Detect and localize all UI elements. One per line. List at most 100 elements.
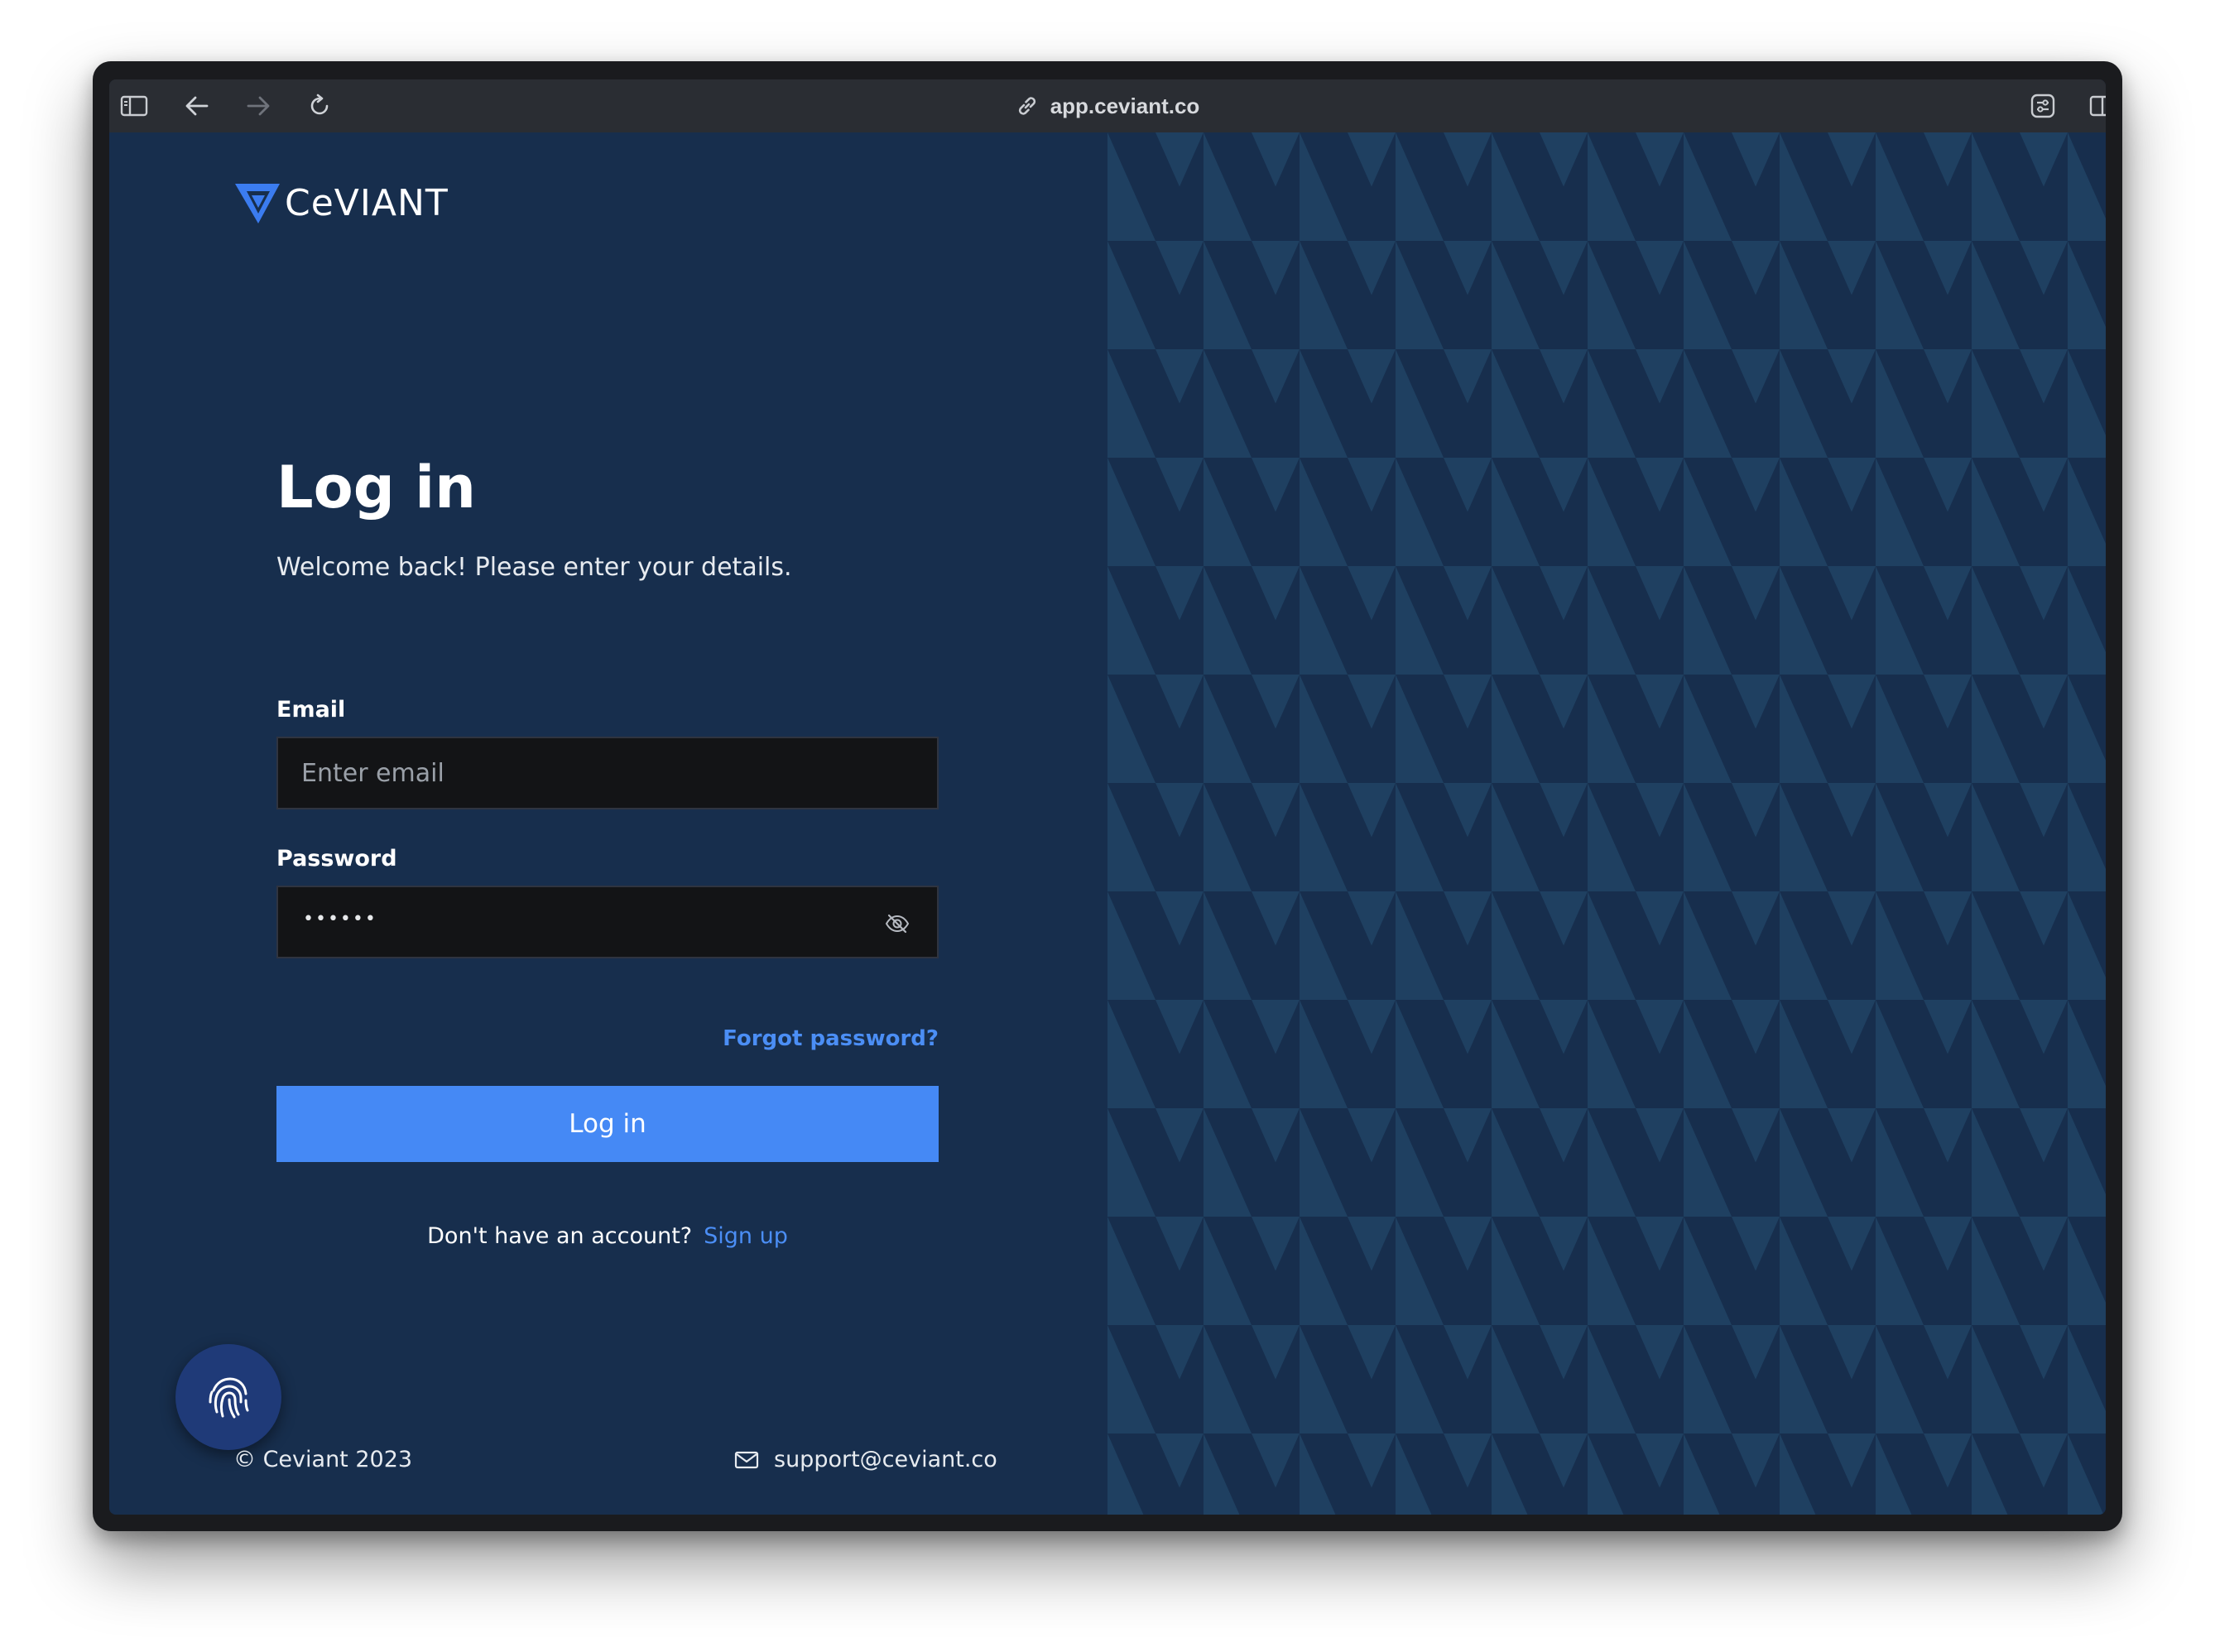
support-email[interactable]: support@ceviant.co xyxy=(734,1447,997,1472)
pattern-triangle xyxy=(1684,1217,1780,1325)
pattern-triangle xyxy=(1876,675,1972,783)
reload-icon[interactable] xyxy=(305,91,334,121)
page-title: Log in xyxy=(276,454,477,521)
pattern-triangle xyxy=(2068,1325,2106,1433)
pattern-triangle xyxy=(1492,132,1588,241)
extension-icon[interactable] xyxy=(2028,91,2058,121)
pattern-triangle xyxy=(1492,1000,1588,1108)
pattern-triangle xyxy=(1972,458,2068,566)
pattern-triangle xyxy=(1300,566,1396,675)
pattern-triangle xyxy=(1492,241,1588,349)
pattern-triangle xyxy=(1684,891,1780,1000)
pattern-triangle xyxy=(2068,783,2106,891)
pattern-triangle xyxy=(1588,675,1684,783)
eye-off-icon[interactable] xyxy=(884,910,911,937)
pattern-triangle xyxy=(1972,891,2068,1000)
split-view-icon[interactable] xyxy=(2088,91,2106,121)
pattern-triangle xyxy=(1684,241,1780,349)
pattern-triangle xyxy=(1108,349,1204,458)
pattern-triangle xyxy=(1780,1325,1876,1433)
browser-viewport: app.ceviant.co CeVIANT Log in Welcome ba… xyxy=(109,79,2106,1515)
pattern-triangle xyxy=(1108,458,1204,566)
pattern-triangle xyxy=(1780,783,1876,891)
forward-arrow-icon[interactable] xyxy=(243,91,273,121)
support-email-text: support@ceviant.co xyxy=(774,1447,997,1472)
pattern-triangle xyxy=(1204,1433,1300,1515)
address-bar[interactable]: app.ceviant.co xyxy=(109,79,2106,132)
pattern-triangle xyxy=(1588,458,1684,566)
pattern-triangle xyxy=(1876,1108,1972,1217)
pattern-triangle xyxy=(1300,241,1396,349)
back-arrow-icon[interactable] xyxy=(182,91,212,121)
pattern-triangle xyxy=(1108,675,1204,783)
pattern-triangle xyxy=(1492,675,1588,783)
pattern-triangle xyxy=(1876,1000,1972,1108)
pattern-triangle xyxy=(1588,566,1684,675)
copyright-text: © Ceviant 2023 xyxy=(233,1447,413,1472)
signup-link[interactable]: Sign up xyxy=(704,1223,788,1249)
pattern-triangle xyxy=(1300,132,1396,241)
pattern-triangle xyxy=(1876,458,1972,566)
pattern-triangle xyxy=(1684,675,1780,783)
pattern-triangle xyxy=(1204,1108,1300,1217)
pattern-triangle xyxy=(1972,241,2068,349)
pattern-triangle xyxy=(1780,241,1876,349)
pattern-triangle xyxy=(1684,1325,1780,1433)
browser-toolbar: app.ceviant.co xyxy=(109,79,2106,132)
pattern-triangle xyxy=(1396,1217,1492,1325)
pattern-triangle xyxy=(2068,1000,2106,1108)
pattern-triangle xyxy=(1876,132,1972,241)
ceviant-logo[interactable]: CeVIANT xyxy=(233,180,449,225)
pattern-triangle xyxy=(1972,675,2068,783)
password-field[interactable]: •••••• xyxy=(276,886,939,958)
pattern-triangle xyxy=(1972,132,2068,241)
brand-name: CeVIANT xyxy=(285,181,449,224)
forgot-password-link[interactable]: Forgot password? xyxy=(689,1026,939,1051)
pattern-triangle xyxy=(1204,132,1300,241)
pattern-triangle xyxy=(1588,241,1684,349)
pattern-triangle xyxy=(1588,891,1684,1000)
pattern-triangle xyxy=(1588,132,1684,241)
pattern-triangle xyxy=(1588,1000,1684,1108)
email-field-container xyxy=(276,737,939,809)
pattern-triangle xyxy=(1492,1217,1588,1325)
pattern-triangle xyxy=(2068,1217,2106,1325)
pattern-triangle xyxy=(1204,458,1300,566)
pattern-triangle xyxy=(1588,783,1684,891)
pattern-triangle xyxy=(1108,1217,1204,1325)
pattern-triangle xyxy=(1108,1325,1204,1433)
pattern-triangle xyxy=(1492,1433,1588,1515)
decorative-pattern-panel xyxy=(1108,132,2106,1515)
sidebar-icon[interactable] xyxy=(119,91,149,121)
pattern-triangle xyxy=(1108,132,1204,241)
pattern-triangle xyxy=(1396,1325,1492,1433)
pattern-triangle xyxy=(1492,566,1588,675)
pattern-triangle xyxy=(1876,349,1972,458)
pattern-triangle xyxy=(1684,132,1780,241)
pattern-triangle xyxy=(1300,675,1396,783)
pattern-triangle xyxy=(2068,349,2106,458)
pattern-triangle xyxy=(1300,1325,1396,1433)
pattern-triangle xyxy=(1396,675,1492,783)
pattern-triangle xyxy=(1396,1000,1492,1108)
pattern-triangle xyxy=(1876,1433,1972,1515)
pattern-triangle xyxy=(1780,891,1876,1000)
pattern-triangle xyxy=(1876,241,1972,349)
pattern-triangle xyxy=(1972,349,2068,458)
pattern-triangle xyxy=(1204,675,1300,783)
pattern-triangle xyxy=(1300,891,1396,1000)
pattern-triangle xyxy=(1876,1217,1972,1325)
pattern-triangle xyxy=(1588,1433,1684,1515)
pattern-triangle xyxy=(1204,1217,1300,1325)
pattern-triangle xyxy=(1780,1433,1876,1515)
email-field[interactable] xyxy=(278,738,937,808)
pattern-triangle xyxy=(1108,241,1204,349)
pattern-triangle xyxy=(1588,1108,1684,1217)
fingerprint-button[interactable] xyxy=(175,1344,281,1450)
pattern-triangle xyxy=(1780,1000,1876,1108)
login-button[interactable]: Log in xyxy=(276,1086,939,1162)
pattern-triangle xyxy=(1588,1325,1684,1433)
browser-window: app.ceviant.co CeVIANT Log in Welcome ba… xyxy=(93,61,2122,1531)
pattern-triangle xyxy=(1300,1433,1396,1515)
pattern-triangle xyxy=(1396,566,1492,675)
